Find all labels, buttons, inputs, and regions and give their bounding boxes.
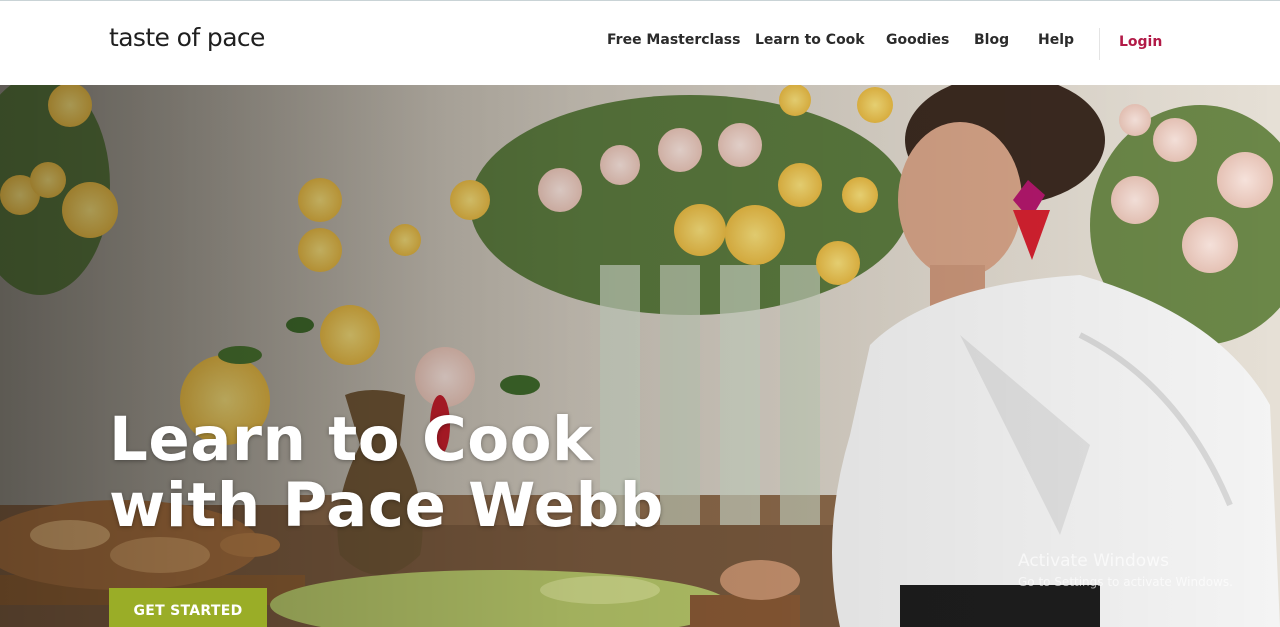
watermark-title: Activate Windows — [1018, 551, 1169, 571]
nav-blog[interactable]: Blog — [974, 32, 1009, 48]
hero-section: Learn to Cook with Pace Webb GET STARTED… — [0, 85, 1280, 627]
hero-title-line-2: with Pace Webb — [109, 470, 664, 541]
site-logo[interactable]: taste of pace — [109, 23, 265, 52]
get-started-button[interactable]: GET STARTED — [109, 588, 267, 627]
hero-title-line-1: Learn to Cook — [109, 404, 594, 475]
watermark-subtitle: Go to Settings to activate Windows. — [1018, 575, 1233, 589]
nav-learn-to-cook[interactable]: Learn to Cook — [755, 32, 865, 48]
nav-divider — [1099, 28, 1100, 60]
site-header: taste of pace Free Masterclass Learn to … — [0, 0, 1280, 85]
nav-free-masterclass[interactable]: Free Masterclass — [607, 32, 740, 48]
nav-goodies[interactable]: Goodies — [886, 32, 949, 48]
activate-windows-watermark: Activate Windows Go to Settings to activ… — [1018, 551, 1233, 589]
hero-background-image — [0, 85, 1280, 627]
login-link[interactable]: Login — [1119, 34, 1162, 50]
nav-help[interactable]: Help — [1038, 32, 1074, 48]
hero-title: Learn to Cook with Pace Webb — [109, 407, 664, 539]
